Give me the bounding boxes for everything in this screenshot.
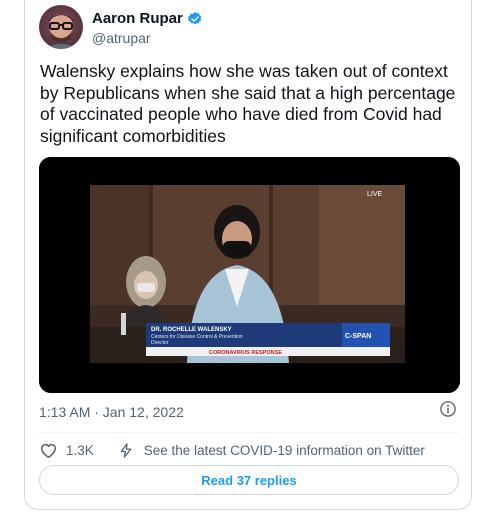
like-button[interactable]: 1.3K: [39, 441, 94, 460]
author-handle[interactable]: @atrupar: [92, 30, 151, 46]
author-display-name[interactable]: Aaron Rupar: [92, 10, 183, 27]
read-replies-button[interactable]: Read 37 replies: [39, 465, 459, 495]
lower-third-banner: CORONAVIRUS RESPONSE: [209, 350, 282, 356]
lower-third-role: Director: [151, 340, 169, 346]
verified-badge-icon: [187, 11, 202, 24]
avatar[interactable]: [39, 5, 83, 49]
heart-icon: [41, 443, 56, 458]
avatar-photo: [41, 14, 81, 49]
like-count: 1.3K: [66, 443, 94, 458]
covid-info-text: See the latest COVID-19 information on T…: [143, 443, 425, 458]
covid-info-link[interactable]: See the latest COVID-19 information on T…: [118, 441, 425, 460]
network-logo: C-SPAN: [345, 333, 371, 340]
lightning-icon: [120, 443, 132, 458]
tweet-card: Aaron Rupar @atrupar Walensky explains h…: [24, 0, 472, 510]
lower-third-name: DR. ROCHELLE WALENSKY: [151, 327, 232, 333]
author-name-row: Aaron Rupar: [92, 10, 203, 27]
video-frame: LIVE DR. ROCHELLE WALENSKY Centers for D…: [39, 157, 460, 393]
tweet-timestamp[interactable]: 1:13 AM · Jan 12, 2022: [39, 404, 184, 420]
live-badge: LIVE: [367, 191, 383, 198]
tweet-text: Walensky explains how she was taken out …: [40, 61, 456, 146]
info-icon[interactable]: [439, 400, 457, 418]
video-player[interactable]: LIVE DR. ROCHELLE WALENSKY Centers for D…: [39, 157, 460, 393]
action-bar: 1.3K See the latest COVID-19 information…: [39, 432, 459, 460]
